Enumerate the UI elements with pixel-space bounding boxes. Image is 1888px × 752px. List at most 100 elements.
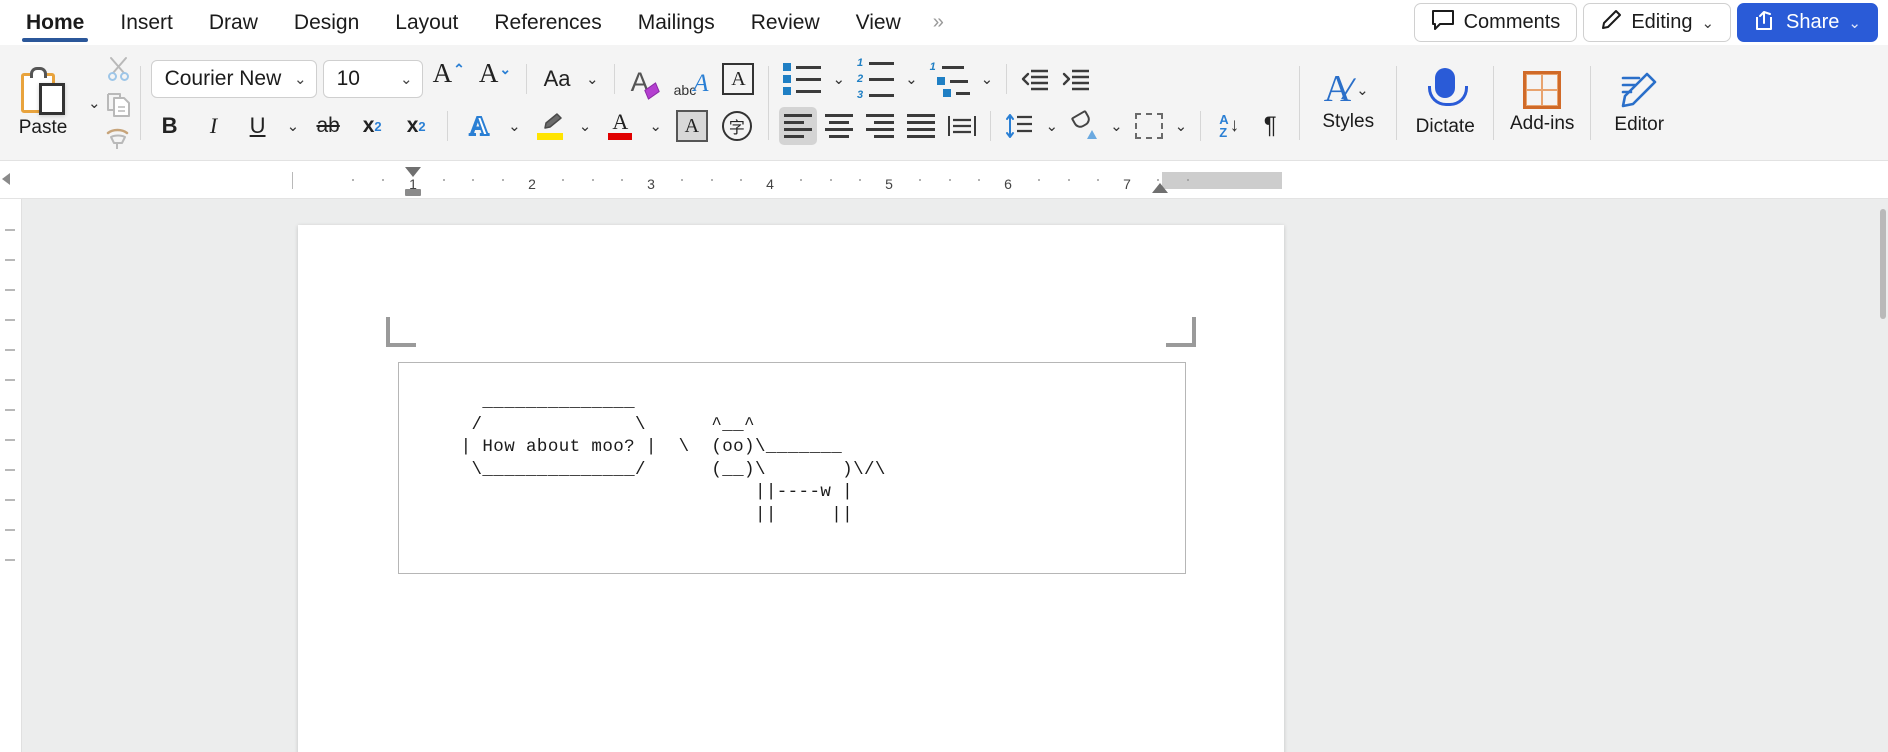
bullets-chevron-down-icon[interactable]: ⌄ xyxy=(828,70,849,88)
chevron-down-icon[interactable]: ⌄ xyxy=(1701,14,1714,32)
comment-bubble-icon xyxy=(1431,9,1455,37)
multilevel-list-icon[interactable]: 1 xyxy=(925,60,974,98)
change-case-chevron-down-icon[interactable]: ⌄ xyxy=(582,70,603,88)
decrease-indent-icon[interactable] xyxy=(1016,60,1054,98)
borders-chevron-down-icon[interactable]: ⌄ xyxy=(1171,117,1192,135)
dictate-button[interactable]: Dictate xyxy=(1397,45,1493,160)
paragraph-row-top: ⌄ 1 2 3 ⌄ 1 ⌄ xyxy=(779,57,1289,101)
numbering-chevron-down-icon[interactable]: ⌄ xyxy=(901,70,922,88)
comments-button[interactable]: Comments xyxy=(1413,3,1578,42)
tab-references-label: References xyxy=(494,10,602,34)
tab-mailings[interactable]: Mailings xyxy=(620,0,733,45)
italic-button[interactable]: I xyxy=(195,107,233,145)
copy-icon[interactable] xyxy=(105,91,132,118)
ribbon-home-tab-content: Paste ⌄ Courier New ⌄ 10 ⌄ A ⌃ A ⌄ Aa ⌄ … xyxy=(0,45,1888,161)
clear-formatting-icon[interactable]: A xyxy=(626,60,664,100)
chevron-down-icon: ⌄ xyxy=(499,61,512,77)
line-spacing-chevron-down-icon[interactable]: ⌄ xyxy=(1041,117,1062,135)
text-effects-chevron-down-icon[interactable]: ⌄ xyxy=(504,117,525,135)
addins-button[interactable]: Add-ins xyxy=(1494,45,1590,160)
tab-insert[interactable]: Insert xyxy=(102,0,191,45)
text-box-frame[interactable]: ______________ / \ ^__^ | How about moo?… xyxy=(398,362,1186,574)
paragraph-group: ⌄ 1 2 3 ⌄ 1 ⌄ ⌄ ⌄ ⌄ A Z ↓ ¶ xyxy=(769,45,1299,160)
superscript-button[interactable]: x2 xyxy=(397,107,435,145)
editor-label: Editor xyxy=(1614,113,1665,135)
share-button[interactable]: Share ⌄ xyxy=(1737,3,1878,42)
font-name-select[interactable]: Courier New ⌄ xyxy=(150,60,317,98)
cut-scissors-icon[interactable] xyxy=(105,55,132,82)
highlight-icon[interactable] xyxy=(531,107,569,145)
align-center-icon[interactable] xyxy=(820,107,858,145)
scrollbar-thumb[interactable] xyxy=(1880,209,1886,319)
margin-marker-top-left xyxy=(386,317,416,347)
chevron-down-icon[interactable]: ⌄ xyxy=(1848,14,1861,32)
tab-draw[interactable]: Draw xyxy=(191,0,276,45)
addins-grid-icon xyxy=(1523,70,1562,109)
line-spacing-icon[interactable] xyxy=(1000,107,1038,145)
text-effects-button[interactable]: A xyxy=(460,107,498,145)
first-line-indent-marker[interactable] xyxy=(405,167,421,177)
styles-button[interactable]: A ∕ ⌄ Styles xyxy=(1300,45,1396,160)
borders-icon[interactable] xyxy=(1130,107,1168,145)
increase-indent-icon[interactable] xyxy=(1057,60,1095,98)
abc-spelling-icon[interactable]: abc A xyxy=(670,60,713,98)
tab-design[interactable]: Design xyxy=(276,0,377,45)
styles-chevron-down-icon[interactable]: ⌄ xyxy=(1352,81,1373,99)
shading-icon[interactable] xyxy=(1065,107,1103,145)
left-indent-marker[interactable] xyxy=(405,189,421,196)
styles-icon: A ∕ xyxy=(1323,68,1353,111)
underline-button[interactable]: U xyxy=(239,107,277,145)
character-border-icon[interactable]: A xyxy=(718,60,758,98)
divider xyxy=(1006,64,1008,94)
paste-control[interactable]: Paste ⌄ xyxy=(8,66,105,139)
document-page[interactable]: ______________ / \ ^__^ | How about moo?… xyxy=(298,225,1284,752)
distributed-icon[interactable] xyxy=(943,107,981,145)
document-vertical-scrollbar[interactable] xyxy=(1878,199,1888,752)
tab-home[interactable]: Home xyxy=(8,0,102,45)
font-size-select[interactable]: 10 ⌄ xyxy=(322,60,423,98)
paste-button[interactable]: Paste xyxy=(8,66,78,139)
tab-view-label: View xyxy=(855,10,901,34)
strikethrough-button[interactable]: ab xyxy=(309,107,347,145)
share-icon xyxy=(1754,9,1777,37)
show-formatting-marks-icon[interactable]: ¶ xyxy=(1251,107,1289,145)
divider xyxy=(526,64,528,94)
tab-view[interactable]: View xyxy=(838,0,919,45)
grow-font-button[interactable]: A ⌃ xyxy=(429,60,469,98)
styles-label: Styles xyxy=(1322,110,1375,132)
editor-button[interactable]: Editor xyxy=(1591,45,1687,160)
tab-references[interactable]: References xyxy=(476,0,619,45)
bullet-list-icon[interactable] xyxy=(779,60,825,98)
right-indent-marker[interactable] xyxy=(1152,183,1168,193)
multilevel-chevron-down-icon[interactable]: ⌄ xyxy=(977,70,998,88)
numbered-list-icon[interactable]: 1 2 3 xyxy=(852,57,898,101)
tab-layout[interactable]: Layout xyxy=(377,0,476,45)
align-right-icon[interactable] xyxy=(861,107,899,145)
font-color-button[interactable]: A xyxy=(601,107,639,145)
more-tabs-icon[interactable]: » xyxy=(919,0,956,45)
editing-label: Editing xyxy=(1631,11,1693,33)
format-painter-icon[interactable] xyxy=(105,127,132,151)
editing-mode-button[interactable]: Editing ⌄ xyxy=(1583,3,1732,42)
shading-chevron-down-icon[interactable]: ⌄ xyxy=(1106,117,1127,135)
tab-layout-label: Layout xyxy=(395,10,459,34)
tab-review[interactable]: Review xyxy=(733,0,838,45)
subscript-button[interactable]: x2 xyxy=(353,107,391,145)
font-color-chevron-down-icon[interactable]: ⌄ xyxy=(645,117,666,135)
highlight-chevron-down-icon[interactable]: ⌄ xyxy=(575,117,596,135)
change-case-button[interactable]: Aa xyxy=(538,60,576,98)
shrink-font-button[interactable]: A ⌄ xyxy=(475,60,515,98)
ruler-scroll-left-icon[interactable] xyxy=(2,173,10,185)
underline-chevron-down-icon[interactable]: ⌄ xyxy=(283,117,304,135)
sort-icon[interactable]: A Z ↓ xyxy=(1210,107,1248,145)
justify-icon[interactable] xyxy=(902,107,940,145)
character-shading-icon[interactable]: A xyxy=(672,107,712,145)
phonetic-guide-icon[interactable]: 字 xyxy=(718,107,756,145)
align-left-icon[interactable] xyxy=(779,107,818,145)
horizontal-ruler[interactable]: 1 2 3 4 5 6 7 xyxy=(0,161,1888,199)
bold-button[interactable]: B xyxy=(151,107,189,145)
font-color-swatch xyxy=(608,133,633,140)
text-effects-label: A xyxy=(468,110,489,142)
paste-chevron-down-icon[interactable]: ⌄ xyxy=(84,94,105,112)
ascii-art-content[interactable]: ______________ / \ ^__^ | How about moo?… xyxy=(417,391,886,526)
